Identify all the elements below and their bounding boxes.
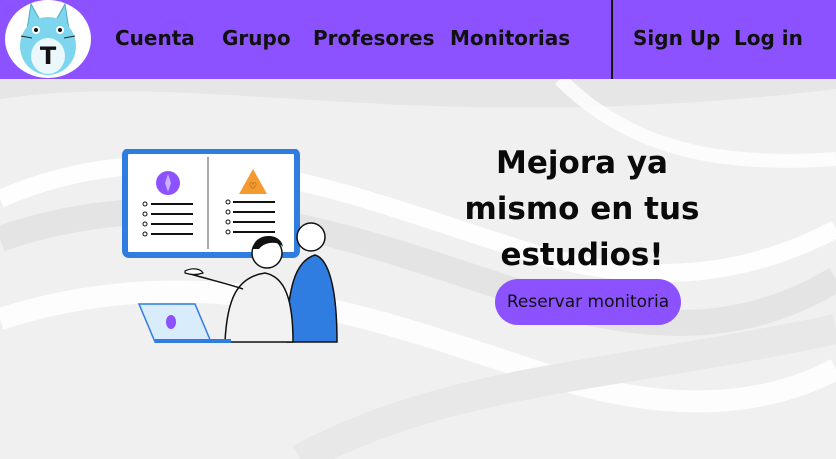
presentation-illustration: ♡ bbox=[122, 149, 338, 343]
navbar: T Cuenta Grupo Profesores Monitorias Sig… bbox=[0, 0, 836, 79]
svg-text:♡: ♡ bbox=[249, 182, 257, 192]
nav-link-cuenta[interactable]: Cuenta bbox=[115, 24, 195, 52]
logo[interactable]: T bbox=[5, 0, 91, 78]
nav-divider bbox=[611, 0, 613, 79]
hero-headline: Mejora ya mismo en tus estudios! bbox=[464, 145, 700, 273]
hero-section: ♡ Mejora ya mismo en tus estudios! Reser… bbox=[0, 79, 836, 459]
nav-link-profesores[interactable]: Profesores bbox=[313, 24, 435, 52]
totoro-logo-icon: T bbox=[20, 2, 76, 75]
logo-letter: T bbox=[40, 42, 57, 70]
nav-link-grupo[interactable]: Grupo bbox=[222, 24, 291, 52]
nav-link-monitorias[interactable]: Monitorias bbox=[450, 24, 570, 52]
signup-link[interactable]: Sign Up bbox=[633, 24, 720, 52]
reservar-monitoria-button[interactable]: Reservar monitoria bbox=[495, 279, 681, 325]
login-link[interactable]: Log in bbox=[734, 24, 803, 52]
